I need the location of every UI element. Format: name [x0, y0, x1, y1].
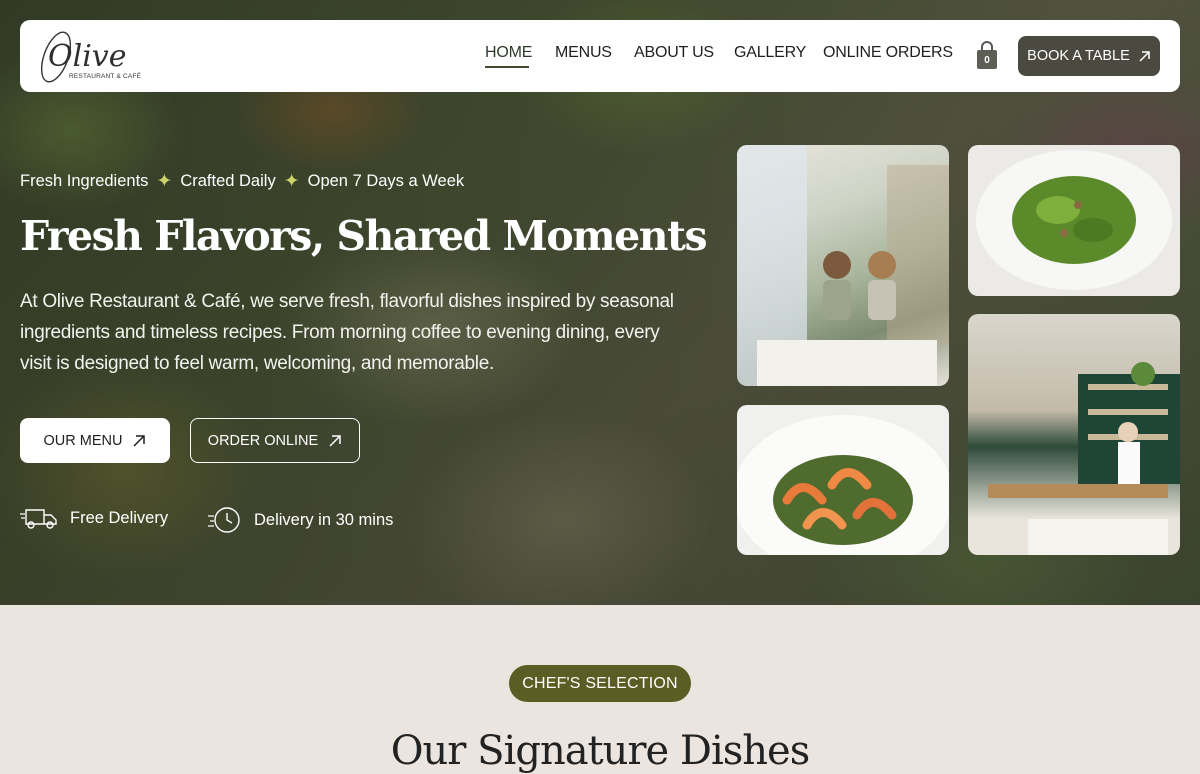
nav-home[interactable]: HOME — [485, 44, 532, 62]
brand-logo[interactable]: Olive RESTAURANT & CAFÉ — [36, 25, 146, 87]
arrow-up-right-icon — [1139, 50, 1150, 62]
chefs-selection-label: CHEF'S SELECTION — [522, 674, 678, 692]
nav-menus[interactable]: MENUS — [555, 44, 612, 62]
tag-open-7-days: Open 7 Days a Week — [307, 172, 465, 190]
logo-subtitle: RESTAURANT & CAFÉ — [69, 73, 142, 80]
restaurant-interior-image — [737, 145, 949, 386]
logo-wordmark: Olive — [48, 39, 127, 74]
book-a-table-label: BOOK A TABLE — [1027, 48, 1130, 64]
gallery-image-salad-plate[interactable] — [968, 145, 1180, 296]
active-nav-underline — [485, 66, 529, 68]
arrow-up-right-icon — [329, 434, 341, 447]
hero-description: At Olive Restaurant & Café, we serve fre… — [20, 291, 674, 374]
feature-free-delivery: Free Delivery — [20, 506, 168, 530]
tag-crafted-daily: Crafted Daily — [180, 172, 276, 190]
nav-gallery[interactable]: GALLERY — [734, 44, 806, 62]
sparkle-icon: ✦ — [156, 171, 173, 192]
hero-tagline: Fresh Ingredients ✦ Crafted Daily ✦ Open… — [20, 170, 464, 193]
our-menu-button[interactable]: OUR MENU — [20, 418, 170, 463]
cart-button[interactable]: 0 — [974, 40, 1000, 70]
shrimp-dish-image — [737, 415, 949, 555]
delivery-time-label: Delivery in 30 mins — [254, 510, 394, 529]
top-navbar: Olive RESTAURANT & CAFÉ HOME MENUS ABOUT… — [20, 20, 1180, 92]
tag-fresh-ingredients: Fresh Ingredients — [20, 172, 149, 190]
order-online-label: ORDER ONLINE — [207, 432, 319, 449]
free-delivery-label: Free Delivery — [70, 508, 169, 527]
book-a-table-button[interactable]: BOOK A TABLE — [1018, 36, 1160, 76]
delivery-truck-icon — [20, 509, 57, 529]
gallery-image-shrimp-dish[interactable] — [737, 405, 949, 555]
salad-dish-image — [976, 150, 1172, 290]
section-title: Our Signature Dishes — [390, 728, 811, 774]
clock-speed-icon — [208, 507, 240, 533]
restaurant-bar-image — [988, 362, 1180, 555]
chefs-selection-badge: CHEF'S SELECTION — [509, 665, 691, 702]
feature-delivery-time: Delivery in 30 mins — [208, 506, 393, 534]
cart-count: 0 — [984, 55, 990, 66]
nav-about-us[interactable]: ABOUT US — [634, 44, 714, 62]
sparkle-icon: ✦ — [283, 171, 300, 192]
gallery-image-dining-guests[interactable] — [737, 145, 949, 386]
hero-headline: Fresh Flavors, Shared Moments — [20, 212, 708, 260]
order-online-button[interactable]: ORDER ONLINE — [190, 418, 360, 463]
arrow-up-right-icon — [133, 434, 146, 447]
gallery-image-restaurant-bar[interactable] — [968, 314, 1180, 555]
our-menu-label: OUR MENU — [43, 432, 123, 449]
nav-online-orders[interactable]: ONLINE ORDERS — [823, 44, 953, 62]
